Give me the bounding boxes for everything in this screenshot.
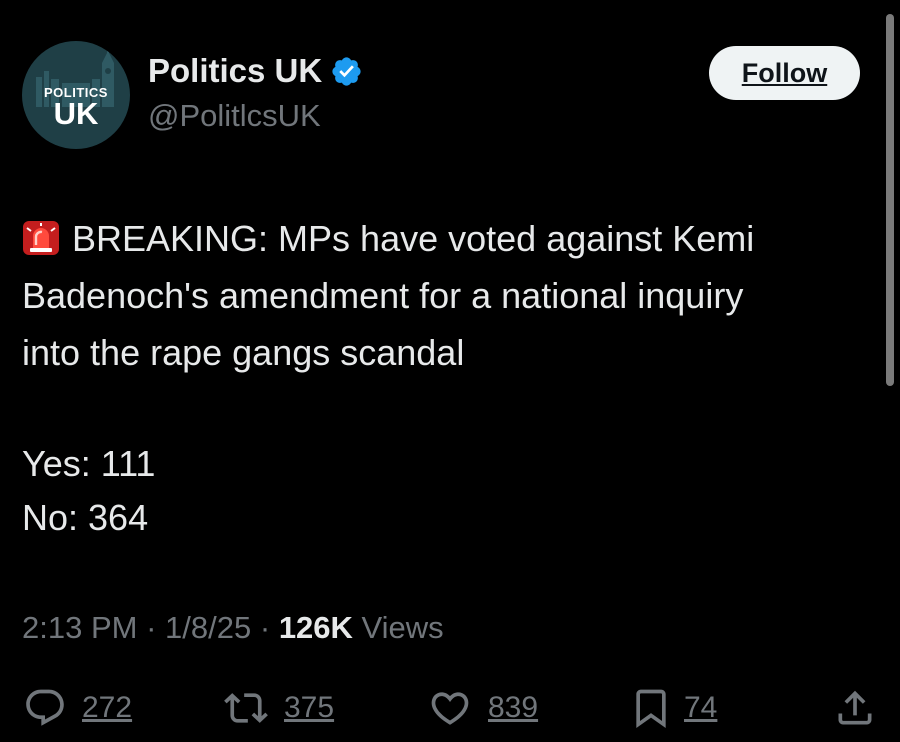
- avatar-uk-text: UK: [53, 96, 99, 131]
- scrollbar[interactable]: [886, 14, 894, 386]
- share-button[interactable]: [832, 686, 878, 730]
- bookmark-button[interactable]: 74: [632, 686, 717, 730]
- tweet-line-2: Badenoch's amendment for a national inqu…: [22, 275, 744, 316]
- heart-icon: [431, 692, 469, 725]
- tweet-meta: 2:13 PM · 1/8/25 · 126K Views: [22, 610, 444, 646]
- bookmark-icon: [636, 689, 666, 729]
- display-name-row[interactable]: Politics UK: [148, 52, 363, 90]
- meta-separator: ·: [259, 610, 271, 645]
- follow-button[interactable]: Follow: [709, 46, 860, 100]
- tweet-text: BREAKING: MPs have voted against Kemi Ba…: [22, 210, 882, 381]
- reply-count[interactable]: 272: [82, 691, 132, 725]
- tweet-line-3: into the rape gangs scandal: [22, 332, 465, 373]
- tweet-time[interactable]: 2:13 PM: [22, 610, 137, 645]
- repost-count[interactable]: 375: [284, 691, 334, 725]
- views-count: 126K: [278, 610, 353, 645]
- tweet-date[interactable]: 1/8/25: [165, 610, 251, 645]
- display-name[interactable]: Politics UK: [148, 52, 322, 90]
- tweet-line-1: BREAKING: MPs have voted against Kemi: [22, 210, 882, 267]
- reply-button[interactable]: 272: [22, 686, 132, 730]
- like-button[interactable]: 839: [426, 686, 538, 730]
- avatar[interactable]: POLITICS UK: [22, 41, 130, 149]
- repost-icon: [224, 693, 268, 723]
- repost-button[interactable]: 375: [222, 686, 334, 730]
- handle[interactable]: @PolitlcsUK: [148, 98, 321, 134]
- siren-icon: [23, 221, 59, 255]
- no-vote-line: No: 364: [22, 497, 149, 538]
- yes-vote-line: Yes: 111: [22, 443, 156, 484]
- share-icon: [838, 690, 872, 725]
- reply-icon: [26, 689, 64, 726]
- like-count[interactable]: 839: [488, 691, 538, 725]
- tweet: POLITICS UK Politics UK @PolitlcsUK Foll…: [0, 0, 900, 742]
- meta-separator: ·: [146, 610, 157, 645]
- verified-badge-icon: [332, 56, 361, 86]
- bookmark-count[interactable]: 74: [684, 691, 717, 725]
- views-label: Views: [361, 610, 444, 645]
